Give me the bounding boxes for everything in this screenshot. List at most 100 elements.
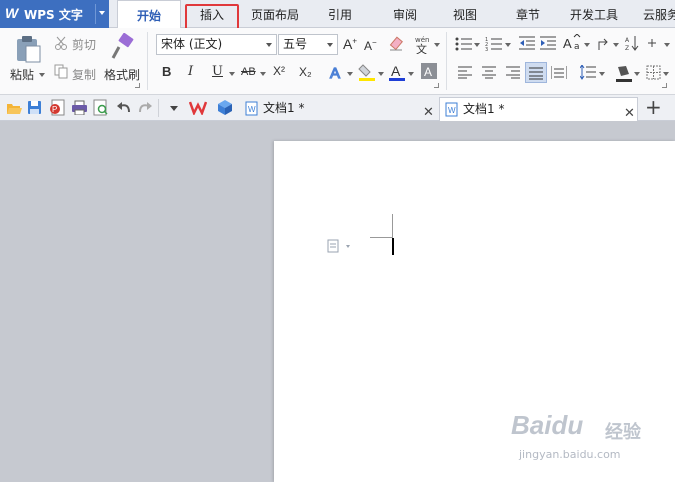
tab-home[interactable]: 开始	[117, 0, 181, 29]
copy-button[interactable]: 复制	[72, 66, 96, 83]
divider	[158, 99, 159, 117]
subscript-button[interactable]: X₂	[299, 65, 312, 79]
close-icon[interactable]: ✕	[423, 102, 434, 124]
chevron-down-icon[interactable]	[505, 43, 511, 47]
scissors-icon[interactable]	[54, 36, 68, 50]
customize-icon[interactable]	[170, 106, 178, 111]
ribbon: 粘贴 剪切 复制 格式刷 宋体 (正文) 五号 A+ A− wén 文 B I …	[0, 28, 675, 95]
char-shading-icon[interactable]: A	[421, 63, 437, 79]
chevron-down-icon[interactable]	[347, 72, 353, 76]
doc-tab-active[interactable]: W 文档1 * ✕	[439, 97, 638, 121]
clear-format-icon[interactable]	[388, 36, 404, 52]
chevron-down-icon[interactable]	[260, 72, 266, 76]
font-name-select[interactable]: 宋体 (正文)	[156, 34, 277, 55]
paragraph-launcher-icon[interactable]	[662, 83, 667, 88]
svg-text:A: A	[330, 65, 340, 81]
watermark-brand: Baidu	[511, 410, 584, 440]
justify-icon	[529, 67, 543, 80]
doc-tab-label: 文档1 *	[463, 102, 505, 116]
chevron-down-icon[interactable]	[474, 43, 480, 47]
chevron-down-icon[interactable]	[408, 72, 414, 76]
paragraph-mark-icon[interactable]	[648, 36, 664, 51]
phonetic-guide-icon[interactable]: wén 文	[412, 34, 434, 54]
shading-icon[interactable]	[614, 63, 634, 83]
tab-cloud[interactable]: 云服务	[636, 0, 675, 28]
new-tab-button[interactable]: +	[645, 95, 662, 119]
chevron-down-icon	[327, 43, 333, 47]
italic-button[interactable]: I	[188, 64, 193, 79]
chevron-down-icon[interactable]	[584, 43, 590, 47]
format-painter-button[interactable]: 格式刷	[104, 66, 140, 83]
document-icon: W	[445, 102, 458, 117]
chevron-down-icon[interactable]	[664, 43, 670, 47]
quick-access-bar: P W 文档1 * ✕ W 文档1 * ✕ +	[0, 95, 675, 121]
text-effect-icon[interactable]: A	[328, 63, 346, 81]
chevron-down-icon[interactable]	[378, 72, 384, 76]
doc-tab[interactable]: W 文档1 * ✕	[240, 97, 439, 121]
chevron-down-icon[interactable]	[613, 43, 619, 47]
wps-icon[interactable]	[189, 100, 207, 115]
wps-logo-icon: W	[5, 5, 19, 21]
paste-button[interactable]: 粘贴	[10, 66, 34, 83]
change-case-icon[interactable]: A a	[563, 34, 583, 52]
tab-developer[interactable]: 开发工具	[563, 0, 625, 28]
bold-button[interactable]: B	[162, 64, 171, 79]
show-marks-icon[interactable]	[597, 36, 611, 52]
save-icon[interactable]	[27, 100, 42, 115]
chevron-down-icon[interactable]	[229, 72, 235, 76]
tab-page-layout[interactable]: 页面布局	[245, 0, 305, 28]
svg-text:A: A	[424, 65, 432, 79]
tab-section[interactable]: 章节	[503, 0, 553, 28]
format-painter-icon[interactable]	[110, 33, 136, 61]
distributed-icon[interactable]	[551, 65, 567, 80]
print-preview-icon[interactable]	[93, 99, 109, 116]
tab-view[interactable]: 视图	[440, 0, 490, 28]
open-folder-icon[interactable]	[6, 101, 22, 115]
numbering-icon[interactable]: 123	[485, 36, 503, 51]
sort-icon[interactable]: AZ	[625, 35, 639, 51]
watermark-url: jingyan.baidu.com	[519, 448, 621, 461]
chevron-down-icon[interactable]	[99, 11, 105, 15]
svg-text:文: 文	[416, 42, 427, 54]
font-color-icon[interactable]: A	[388, 62, 406, 82]
align-right-icon[interactable]	[506, 66, 520, 79]
shrink-font-icon[interactable]: A−	[364, 38, 377, 53]
decrease-indent-icon[interactable]	[519, 36, 535, 51]
align-left-icon[interactable]	[458, 66, 472, 79]
font-launcher-icon[interactable]	[434, 83, 439, 88]
borders-icon[interactable]	[646, 65, 661, 80]
chevron-down-icon[interactable]	[39, 73, 45, 77]
strikethrough-button[interactable]: AB	[241, 66, 256, 78]
line-spacing-icon[interactable]	[580, 65, 596, 80]
bullets-icon[interactable]	[455, 37, 473, 51]
export-pdf-icon[interactable]: P	[49, 99, 66, 116]
app-menu-button[interactable]: W WPS 文字	[0, 0, 109, 28]
cut-button[interactable]: 剪切	[72, 36, 96, 53]
undo-icon[interactable]	[116, 101, 131, 114]
chevron-down-icon[interactable]	[663, 72, 669, 76]
chevron-down-icon[interactable]	[434, 43, 440, 47]
print-icon[interactable]	[71, 100, 88, 115]
clipboard-launcher-icon[interactable]	[135, 83, 140, 88]
superscript-button[interactable]: X²	[273, 64, 285, 78]
svg-text:a: a	[574, 42, 580, 52]
justify-button[interactable]	[525, 62, 547, 83]
chevron-down-icon[interactable]	[634, 72, 640, 76]
paragraph-layout-icon[interactable]	[327, 239, 353, 253]
svg-text:W: W	[248, 105, 256, 114]
underline-button[interactable]: U	[212, 64, 223, 79]
redo-icon[interactable]	[138, 101, 153, 114]
highlight-icon[interactable]	[357, 62, 377, 82]
tab-references[interactable]: 引用	[315, 0, 365, 28]
paste-icon[interactable]	[14, 33, 42, 63]
close-icon[interactable]: ✕	[624, 103, 635, 125]
font-size-select[interactable]: 五号	[278, 34, 338, 55]
svg-text:W: W	[448, 106, 456, 115]
tab-review[interactable]: 审阅	[380, 0, 430, 28]
align-center-icon[interactable]	[482, 66, 496, 79]
chevron-down-icon[interactable]	[599, 72, 605, 76]
grow-font-icon[interactable]: A+	[343, 36, 357, 52]
cube-icon[interactable]	[217, 99, 233, 116]
copy-icon[interactable]	[54, 64, 68, 79]
increase-indent-icon[interactable]	[540, 36, 556, 51]
